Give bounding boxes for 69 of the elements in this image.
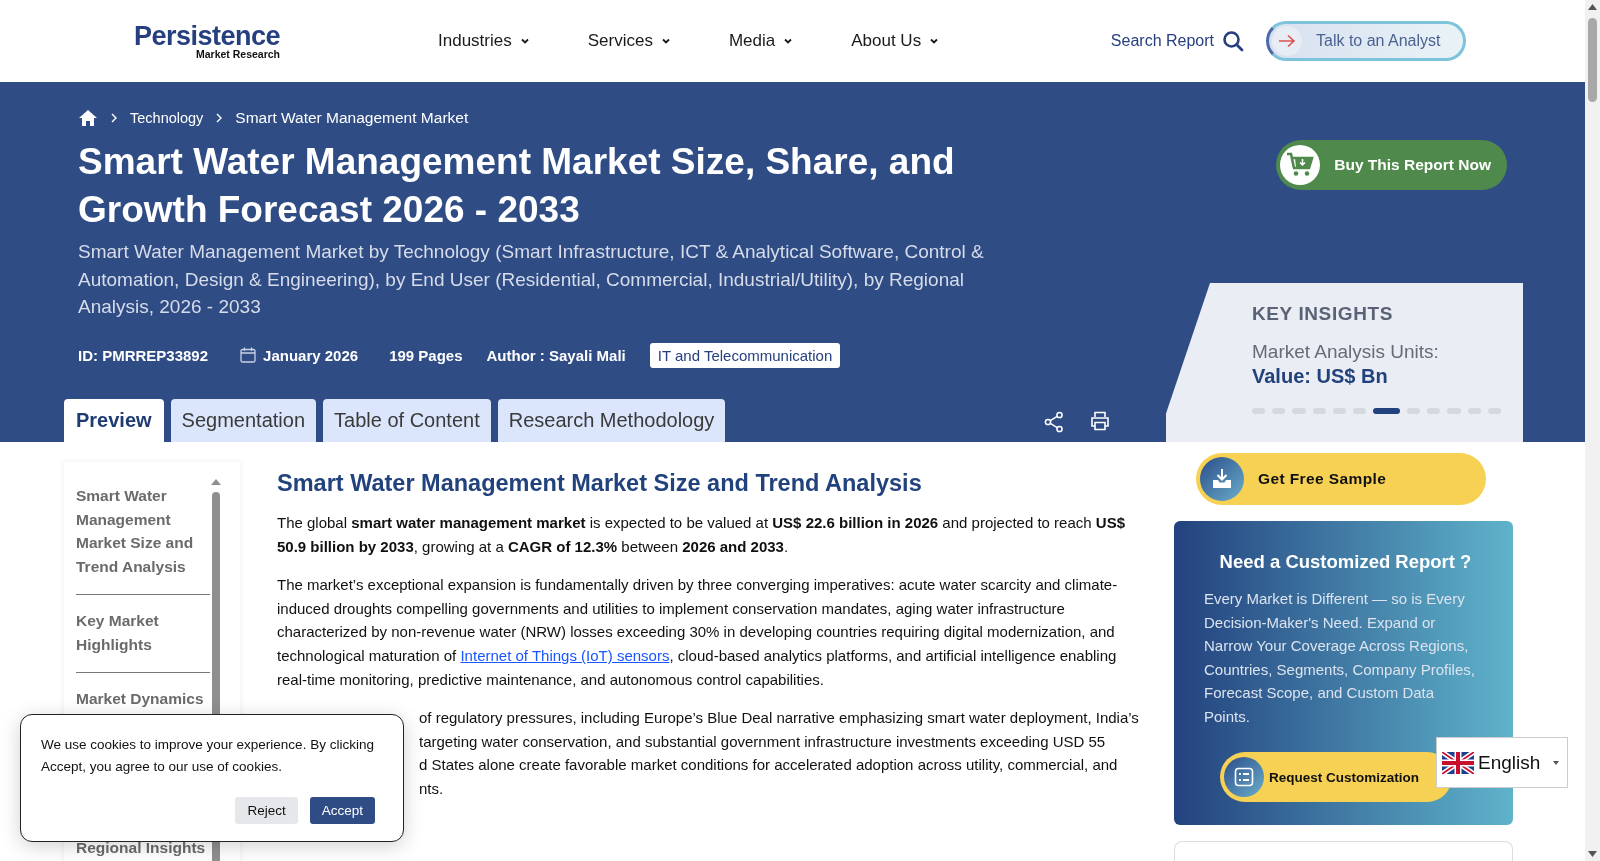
text-line: of regulatory pressures, including Europe’s Blue Deal narrative emphasizing smart water deployment, India’s <box>419 708 1140 729</box>
download-icon <box>1211 468 1233 490</box>
report-subtitle: Smart Water Management Market by Technology (Smart Infrastructure, ICT & Analytical Software, Control & Automation, Design & Engineering), by End User (Residential, Commercial, Industrial/Utility), by Regional Analysis, 2026 - 2033 <box>78 240 985 319</box>
nav-menu[interactable]: Services <box>587 31 671 51</box>
cart-icon <box>1286 152 1315 178</box>
search-icon <box>1222 30 1244 52</box>
tab[interactable]: Research Methodology <box>497 399 726 442</box>
caret-icon <box>929 36 940 46</box>
search-button[interactable]: Search Report <box>1110 30 1244 52</box>
page-title: Smart Water Management Market Size, Share, and Growth Forecast 2026 - 2033 <box>78 140 956 232</box>
tab[interactable]: Preview <box>64 399 164 442</box>
insight-label: Market Analysis Units: <box>1252 341 1440 363</box>
home-link[interactable] <box>78 109 98 127</box>
scroll-down-icon <box>1588 851 1597 857</box>
get-sample-button[interactable]: Get Free Sample <box>1196 453 1486 505</box>
author: Author : Sayali Mali <box>486 346 626 364</box>
tab[interactable]: Segmentation <box>170 399 317 442</box>
caret-icon <box>783 36 794 46</box>
tab[interactable]: Table of Content <box>323 399 491 442</box>
text-line: targeting water conservation, and substantial government infrastructure investments exceeding USD 55 <box>419 731 1107 752</box>
nav-menu[interactable]: About Us <box>851 31 940 51</box>
logo-wordmark[interactable]: Persistence <box>133 22 280 50</box>
home-icon <box>78 109 98 127</box>
cookie-button[interactable]: Accept <box>309 797 375 824</box>
nav-menu[interactable]: Media <box>728 31 794 51</box>
share-icon <box>1044 411 1064 433</box>
category-tag[interactable]: IT and Telecommunication <box>649 342 841 368</box>
scroll-thumb[interactable] <box>1588 18 1597 102</box>
chevron-icon <box>110 112 118 124</box>
insight-value: Value: US$ Bn <box>1252 365 1389 388</box>
caret-icon <box>519 36 530 46</box>
print-button[interactable] <box>1090 411 1110 433</box>
panel-heading: KEY INSIGHTS <box>1252 303 1394 325</box>
caret-icon <box>1552 759 1561 766</box>
text-line: d States alone create favorable market conditions for accelerated adoption across utility, commercial, and <box>419 755 1119 776</box>
language-menu[interactable]: English <box>1436 737 1568 788</box>
calendar-icon <box>240 347 257 363</box>
section-heading: Smart Water Management Market Size and Trend Analysis <box>277 470 923 497</box>
talk-to-analyst-button[interactable]: Talk to an Analyst <box>1266 21 1466 61</box>
paragraph: The market’s exceptional expansion is fundamentally driven by three converging imperatives: acute water scarcity and climate-induced droughts compelling governments and utilities to implement conservation mandates, aging water infrastructure characterized by non-revenue water (NRW) losses exceeding 30% in developing countries requiring digital modernization, and technological maturation of Internet of Things (IoT) sensors, cloud-based analytics platforms, and artificial intelligence enabling real-time monitoring, predictive maintenance, and autonomous control capabilities. <box>277 575 1119 690</box>
card-text: Every Market is Different — so is Every Decision-Maker's Need. Expand or Narrow Your Coverage Across Regions, Countries, Segments, Company Profiles, Forecast Scope, and Custom Data Points. <box>1204 589 1476 727</box>
scroll-up-icon <box>210 478 222 486</box>
paragraph: The global smart water management market is expected to be valued at US$ 22.6 billion in 2026 and projected to reach US$ 50.9 billion by 2033, growing at a CAGR of 12.3% between 2026 and 2033. <box>277 513 1126 557</box>
buy-report-button[interactable]: Buy This Report Now <box>1276 140 1507 190</box>
cookie-button[interactable]: Reject <box>235 797 298 824</box>
nav-menu[interactable]: Industries <box>438 31 530 51</box>
list-icon <box>1234 767 1254 787</box>
contents-link[interactable]: Smart Water Management Market Size and Trend Analysis <box>76 484 210 595</box>
publish-date: January 2026 <box>263 346 359 364</box>
contents-link[interactable]: Key Market Highlights <box>76 609 210 673</box>
scroll-up-icon <box>1588 4 1597 10</box>
caret-icon <box>660 36 671 46</box>
flag-icon <box>1442 751 1474 774</box>
breadcrumb-link[interactable]: Smart Water Management Market <box>235 109 469 127</box>
page-count: 199 Pages <box>389 346 463 364</box>
share-button[interactable] <box>1044 411 1064 433</box>
arrow-icon <box>1278 34 1296 48</box>
contents-link[interactable]: Regional Insights <box>76 837 210 861</box>
text-line: nts. <box>419 778 445 799</box>
print-icon <box>1090 411 1110 431</box>
logo-tagline: Market Research <box>195 48 280 60</box>
link[interactable]: Internet of Things (IoT) sensors <box>460 646 670 664</box>
chevron-icon <box>215 112 224 124</box>
report-id: ID: PMRREP33892 <box>78 346 209 364</box>
cookie-message: We use cookies to improve your experience. By clicking Accept, you agree to our use of cookies. <box>41 736 375 776</box>
scrollbar[interactable] <box>1585 0 1600 861</box>
card-heading: Need a Customized Report ? <box>1218 551 1473 573</box>
breadcrumb-link[interactable]: Technology <box>130 110 204 126</box>
contents-link[interactable]: Market Dynamics <box>76 687 210 711</box>
